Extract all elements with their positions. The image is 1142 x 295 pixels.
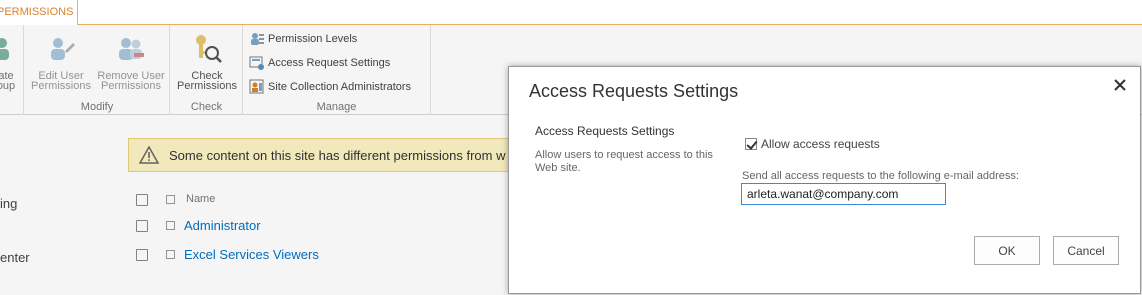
- access-request-settings-button[interactable]: Access Request Settings: [249, 53, 390, 73]
- row-checkbox-administrator[interactable]: [136, 220, 148, 232]
- site-admins-icon: [249, 79, 264, 94]
- check-permissions-label-2: Permissions: [177, 80, 237, 92]
- group-icon: [0, 38, 9, 60]
- allow-access-requests-label: Allow access requests: [761, 137, 880, 151]
- close-icon[interactable]: [1112, 77, 1128, 93]
- tab-permissions-label: PERMISSIONS: [0, 6, 74, 18]
- dialog-title: Access Requests Settings: [529, 81, 739, 101]
- column-type-icon: [166, 195, 175, 204]
- left-nav-item-2[interactable]: enter: [0, 250, 30, 265]
- row-type-icon: [166, 221, 175, 230]
- permissions-warning-banner: Some content on this site has different …: [128, 138, 528, 172]
- permission-levels-button[interactable]: Permission Levels: [249, 29, 357, 49]
- left-nav-item-1[interactable]: ing: [0, 196, 17, 211]
- remove-user-icon: [119, 38, 144, 60]
- edit-user-permissions-button[interactable]: Edit User Permissions: [31, 33, 91, 92]
- left-nav-label-1: ing: [0, 196, 18, 211]
- user-link-administrator[interactable]: Administrator: [184, 218, 261, 233]
- site-collection-administrators-label: Site Collection Administrators: [268, 81, 412, 93]
- warning-icon: [139, 146, 159, 164]
- access-request-settings-label: Access Request Settings: [268, 57, 391, 69]
- permission-levels-label: Permission Levels: [268, 33, 358, 45]
- column-header-name[interactable]: Name: [186, 193, 215, 205]
- modify-group-label: Modify: [80, 101, 114, 113]
- ribbon-group-grant: ate oup: [0, 25, 24, 115]
- ribbon-tab-bar: PERMISSIONS: [0, 0, 1142, 25]
- select-all-checkbox[interactable]: [136, 194, 148, 206]
- left-nav-label-2: enter: [0, 250, 30, 265]
- ribbon-group-modify: Edit User Permissions Remove User Permis…: [25, 25, 170, 115]
- cancel-button[interactable]: Cancel: [1053, 236, 1119, 265]
- site-collection-administrators-button[interactable]: Site Collection Administrators: [249, 77, 411, 97]
- ribbon-group-check: Check Permissions Check: [171, 25, 243, 115]
- edit-user-label-2: Permissions: [31, 80, 91, 92]
- key-magnifier-icon: [196, 35, 222, 63]
- user-link-excel-services-viewers[interactable]: Excel Services Viewers: [184, 247, 319, 262]
- manage-group-label: Manage: [316, 101, 357, 113]
- section-title: Access Requests Settings: [535, 124, 675, 138]
- create-group-button[interactable]: ate oup: [0, 33, 24, 92]
- create-group-label-2: oup: [0, 80, 16, 92]
- email-field[interactable]: [741, 183, 946, 205]
- access-request-icon: [249, 56, 264, 71]
- allow-access-requests-row[interactable]: Allow access requests: [745, 137, 880, 151]
- permission-levels-icon: [251, 33, 264, 46]
- ribbon-group-manage: Permission Levels Access Request Setting…: [243, 25, 431, 115]
- ok-button[interactable]: OK: [974, 236, 1040, 265]
- row-type-icon: [166, 250, 175, 259]
- edit-user-icon: [51, 38, 75, 60]
- tab-permissions[interactable]: PERMISSIONS: [0, 0, 78, 25]
- send-email-label: Send all access requests to the followin…: [742, 170, 1019, 182]
- access-requests-dialog: Access Requests Settings Access Requests…: [508, 66, 1141, 294]
- remove-user-permissions-button[interactable]: Remove User Permissions: [97, 33, 165, 92]
- warning-text: Some content on this site has different …: [169, 148, 506, 163]
- check-group-label: Check: [190, 101, 223, 113]
- section-description: Allow users to request access to this We…: [535, 149, 713, 174]
- check-permissions-button[interactable]: Check Permissions: [175, 33, 239, 92]
- row-checkbox-excel-services[interactable]: [136, 249, 148, 261]
- remove-user-label-2: Permissions: [101, 80, 161, 92]
- allow-access-requests-checkbox[interactable]: [745, 138, 757, 150]
